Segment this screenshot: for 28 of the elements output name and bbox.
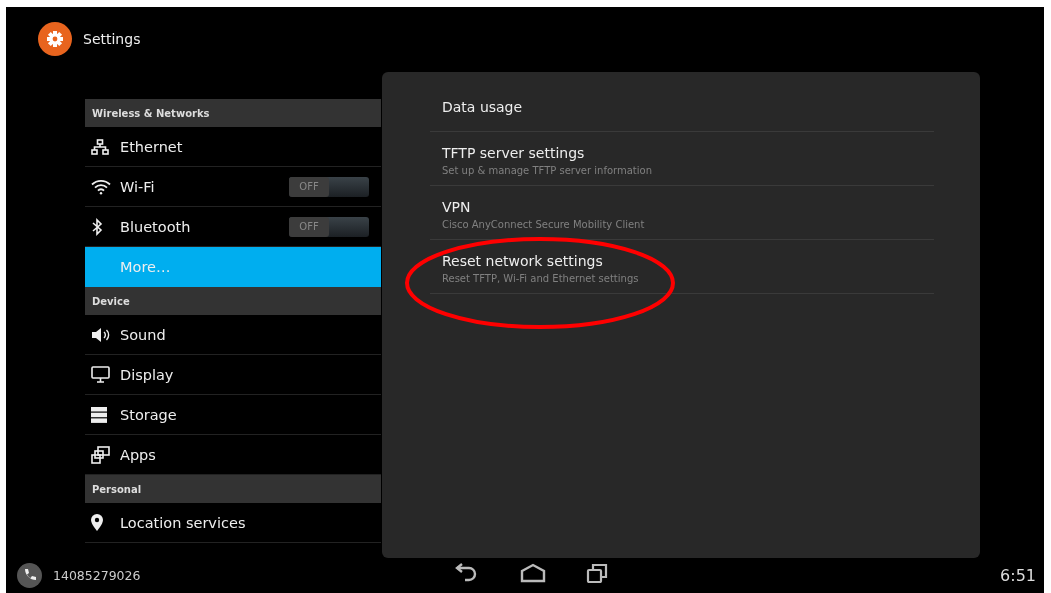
wifi-icon <box>91 178 111 195</box>
settings-option[interactable]: VPN Cisco AnyConnect Secure Mobility Client <box>430 186 934 240</box>
settings-item[interactable]: Wi-Fi OFF <box>85 167 381 207</box>
clock: 6:51 <box>1000 566 1036 585</box>
location-pin-icon <box>91 514 103 531</box>
home-icon[interactable] <box>520 563 546 583</box>
section-header: Wireless & Networks <box>85 99 381 127</box>
settings-option[interactable]: Data usage <box>430 86 934 132</box>
section-header: Device <box>85 287 381 315</box>
storage-icon <box>91 406 107 423</box>
network-icon <box>91 138 109 155</box>
phone-icon <box>17 563 42 588</box>
monitor-icon <box>91 366 110 383</box>
speaker-icon <box>91 326 111 343</box>
settings-item[interactable]: Display <box>85 355 381 395</box>
section-header: Personal <box>85 475 381 503</box>
app-title: Settings <box>83 30 141 47</box>
settings-item[interactable]: Sound <box>85 315 381 355</box>
settings-option[interactable]: TFTP server settings Set up & manage TFTP server information <box>430 132 934 186</box>
recent-apps-icon[interactable] <box>586 563 608 583</box>
phone-number: 14085279026 <box>53 568 141 583</box>
settings-item[interactable]: Location services <box>85 503 381 543</box>
settings-item[interactable]: Storage <box>85 395 381 435</box>
settings-option[interactable]: Reset network settings Reset TFTP, Wi-Fi and Ethernet settings <box>430 240 934 294</box>
settings-icon <box>38 21 72 56</box>
settings-item[interactable]: Ethernet <box>85 127 381 167</box>
bluetooth-icon <box>91 217 103 236</box>
apps-icon <box>91 445 110 464</box>
